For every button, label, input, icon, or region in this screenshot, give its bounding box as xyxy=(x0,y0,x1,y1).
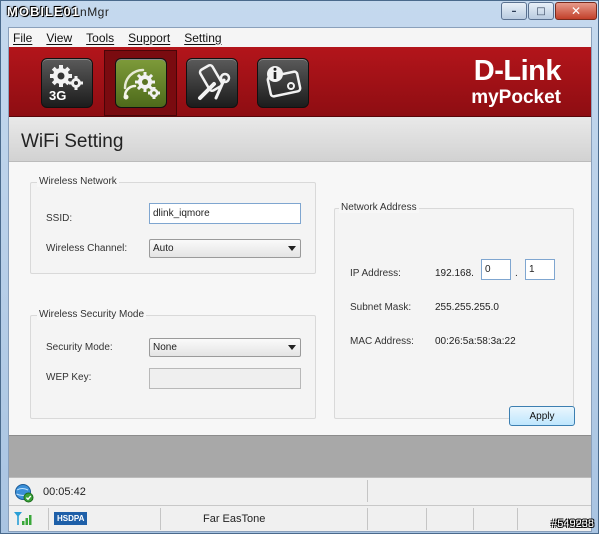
wireless-channel-label: Wireless Channel: xyxy=(46,243,128,254)
minimize-icon: – xyxy=(511,5,517,17)
menu-file[interactable]: File xyxy=(13,31,32,45)
phone-tools-icon xyxy=(198,63,231,100)
wireless-network-group-label: Wireless Network xyxy=(37,176,119,187)
menu-view[interactable]: View xyxy=(46,31,72,45)
wireless-channel-value: Auto xyxy=(153,243,174,254)
status-divider xyxy=(426,508,427,530)
title-suffix: nMgr xyxy=(80,5,110,19)
maximize-button[interactable]: □ xyxy=(528,2,554,20)
spacer-band xyxy=(9,435,591,477)
maximize-icon: □ xyxy=(536,5,546,17)
window-title: MOBILE01nMgr xyxy=(7,4,109,20)
ssid-label: SSID: xyxy=(46,213,73,224)
page-title-bar: WiFi Setting xyxy=(9,117,591,162)
status-divider xyxy=(48,508,49,530)
connected-globe-icon xyxy=(15,484,34,503)
app-window: MOBILE01nMgr – □ ✕ File View Tools Suppo… xyxy=(0,0,599,534)
signal-strength-icon xyxy=(14,512,32,525)
mypocket-logo: myPocket xyxy=(471,87,561,108)
wireless-security-group-label: Wireless Security Mode xyxy=(37,309,147,320)
wireless-network-group: Wireless Network SSID: dlink_iqmore Wire… xyxy=(30,176,316,274)
menu-support[interactable]: Support xyxy=(128,31,170,45)
ip-octet4-input[interactable]: 1 xyxy=(525,259,555,280)
status-divider xyxy=(367,480,368,502)
subnet-mask-value: 255.255.255.0 xyxy=(435,302,499,313)
nav-phone-tools-button[interactable] xyxy=(186,58,238,108)
nav-3g-settings-button[interactable]: 3G xyxy=(41,58,93,108)
title-logo: MOBILE01 xyxy=(7,4,81,19)
header-banner: 3G D-Link myPocket xyxy=(9,47,591,117)
security-mode-value: None xyxy=(153,342,177,353)
nav-wifi-settings-button[interactable] xyxy=(115,58,167,108)
chevron-down-icon xyxy=(288,345,296,350)
wifi-settings-icon xyxy=(123,68,160,100)
settings-panel: Wireless Network SSID: dlink_iqmore Wire… xyxy=(9,162,591,435)
network-address-group-label: Network Address xyxy=(339,202,419,213)
3g-settings-icon: 3G xyxy=(49,65,83,103)
apply-button[interactable]: Apply xyxy=(509,406,575,426)
elapsed-time: 00:05:42 xyxy=(43,486,86,498)
status-divider xyxy=(367,508,368,530)
wep-key-input[interactable] xyxy=(149,368,301,389)
menu-setting[interactable]: Setting xyxy=(184,31,221,45)
close-button[interactable]: ✕ xyxy=(555,2,597,20)
subnet-mask-label: Subnet Mask: xyxy=(350,302,412,313)
menu-bar: File View Tools Support Setting xyxy=(9,28,591,47)
wireless-channel-select[interactable]: Auto xyxy=(149,239,301,258)
ip-octet3-input[interactable]: 0 xyxy=(481,259,511,280)
page-title: WiFi Setting xyxy=(21,131,124,152)
close-icon: ✕ xyxy=(570,4,582,18)
ip-address-label: IP Address: xyxy=(350,268,401,279)
ip-address-prefix: 192.168. xyxy=(435,268,474,279)
dlink-logo: D-Link xyxy=(473,55,562,87)
watermark-id: #549238 xyxy=(551,518,594,530)
status-divider xyxy=(517,508,518,530)
carrier-name: Far EasTone xyxy=(203,513,266,525)
connection-status-bar: 00:05:42 xyxy=(9,477,591,505)
title-bar[interactable]: MOBILE01nMgr – □ ✕ xyxy=(1,1,598,27)
mac-address-label: MAC Address: xyxy=(350,336,414,347)
network-status-bar: HSDPA Far EasTone xyxy=(9,505,591,531)
security-mode-label: Security Mode: xyxy=(46,342,113,353)
ssid-input[interactable]: dlink_iqmore xyxy=(149,203,301,224)
menu-tools[interactable]: Tools xyxy=(86,31,114,45)
wep-key-label: WEP Key: xyxy=(46,372,92,383)
nav-info-button[interactable] xyxy=(257,58,309,108)
info-icon xyxy=(266,66,302,98)
network-address-group: IP Address: 192.168. 0 . 1 Subnet Mask: … xyxy=(334,208,574,419)
network-type-badge: HSDPA xyxy=(54,512,88,525)
wireless-security-group: Wireless Security Mode Security Mode: No… xyxy=(30,309,316,419)
status-divider xyxy=(473,508,474,530)
ip-address-dot: . xyxy=(515,268,518,279)
client-area: File View Tools Support Setting 3G D-Lin… xyxy=(8,27,592,532)
mac-address-value: 00:26:5a:58:3a:22 xyxy=(435,336,516,347)
chevron-down-icon xyxy=(288,246,296,251)
3g-label: 3G xyxy=(49,88,66,103)
status-divider xyxy=(160,508,161,530)
security-mode-select[interactable]: None xyxy=(149,338,301,357)
minimize-button[interactable]: – xyxy=(501,2,527,20)
